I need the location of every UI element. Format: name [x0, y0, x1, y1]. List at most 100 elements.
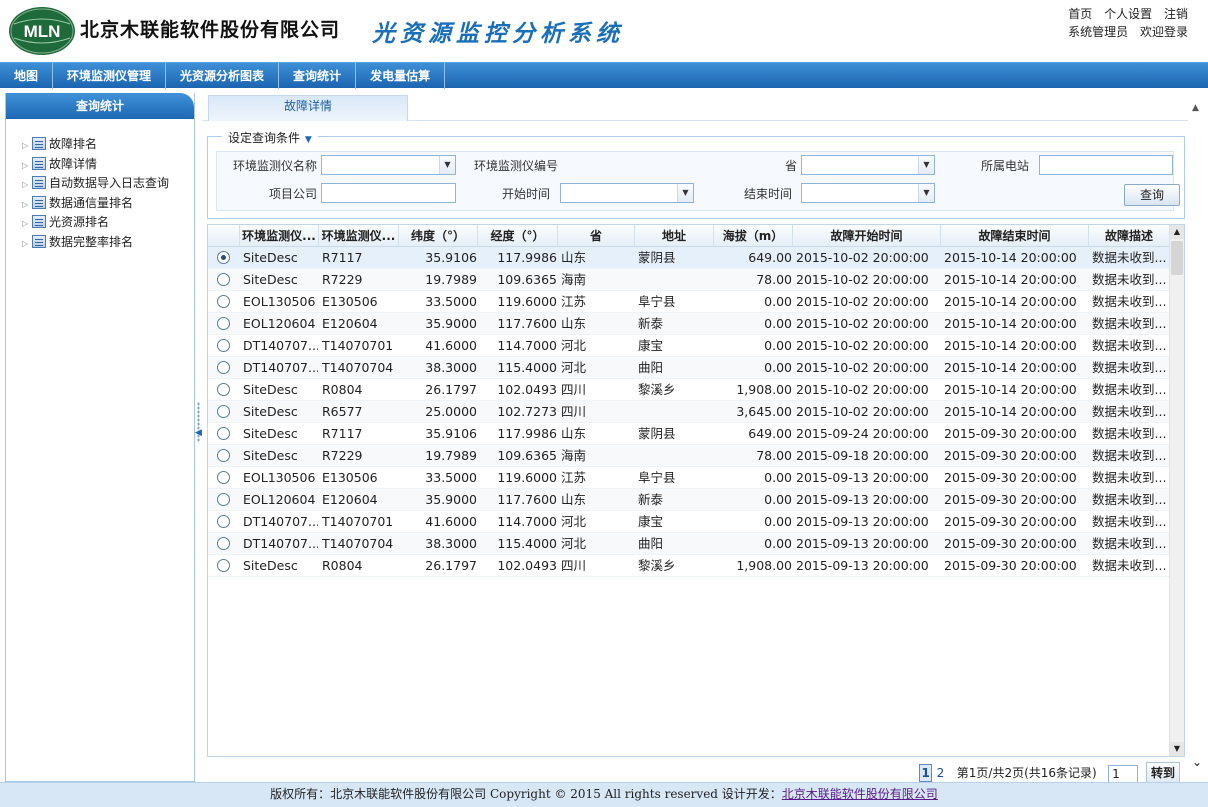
col-fault-start-header[interactable]: 故障开始时间 — [793, 225, 941, 247]
col-fault-end-header[interactable]: 故障结束时间 — [941, 225, 1089, 247]
col-longitude-header[interactable]: 经度（°） — [478, 225, 558, 247]
row-radio-button[interactable] — [217, 537, 230, 550]
col-fault-end-cell: 2015-10-14 20:00:00 — [944, 294, 1077, 309]
row-radio-button[interactable] — [217, 515, 230, 528]
province-select[interactable]: ▼ — [801, 155, 935, 175]
dropdown-arrow-icon[interactable]: ▼ — [918, 184, 934, 202]
table-row[interactable]: SiteDesc R0804 26.1797 102.0493 四川 黎溪乡 1,908.0… — [208, 555, 1170, 577]
table-row[interactable]: SiteDesc R7117 35.9106 117.9986 山东 蒙阴县 649.00 2… — [208, 247, 1170, 269]
scroll-up-icon[interactable]: ▲ — [1170, 225, 1184, 239]
end-time-picker[interactable]: ▼ — [801, 183, 935, 203]
query-button[interactable]: 查询 — [1124, 184, 1180, 206]
table-row[interactable]: DT140707... T14070704 38.3000 115.4000 河北 曲阳 0… — [208, 357, 1170, 379]
col-altitude-header[interactable]: 海拔（m） — [714, 225, 793, 247]
row-radio-button[interactable] — [217, 317, 230, 330]
nav-power-estimate[interactable]: 发电量估算 — [356, 63, 446, 89]
scroll-thumb[interactable] — [1171, 241, 1183, 275]
row-radio-button[interactable] — [217, 251, 230, 264]
expand-arrow-icon[interactable]: ▷ — [22, 234, 32, 254]
table-row[interactable]: SiteDesc R7229 19.7989 109.6365 海南 78.00 2015-… — [208, 445, 1170, 467]
developer-link[interactable]: 北京木联能软件股份有限公司 — [782, 787, 938, 801]
row-radio-button[interactable] — [217, 339, 230, 352]
scroll-down-icon[interactable]: ⌄ — [1192, 755, 1202, 769]
scroll-up-icon[interactable]: ▲ — [1192, 103, 1199, 113]
sidebar-item-fault-details[interactable]: ▷ 故障详情 — [22, 155, 194, 175]
col-latitude-cell: 38.3000 — [425, 360, 477, 375]
nav-query-statistics[interactable]: 查询统计 — [279, 63, 357, 89]
footer: 版权所有：北京木联能软件股份有限公司 Copyright © 2015 All … — [0, 782, 1208, 807]
col-fault-desc-cell: 数据未收到... — [1092, 316, 1167, 331]
table-row[interactable]: EOL120604 E120604 35.9000 117.7600 山东 新泰 0.00 2… — [208, 489, 1170, 511]
tab-fault-details[interactable]: 故障详情 — [208, 95, 408, 121]
sidebar-item-solar-ranking[interactable]: ▷ 光资源排名 — [22, 213, 194, 233]
col-fault-desc-cell: 数据未收到... — [1092, 558, 1167, 573]
sidebar-item-completeness-ranking[interactable]: ▷ 数据完整率排名 — [22, 233, 194, 253]
page-2-link[interactable]: 2 — [936, 763, 946, 783]
sidebar-item-import-log[interactable]: ▷ 自动数据导入日志查询 — [22, 174, 194, 194]
dropdown-arrow-icon[interactable]: ▼ — [918, 156, 934, 174]
col-province-cell: 四川 — [561, 382, 587, 397]
goto-button[interactable]: 转到 — [1146, 762, 1180, 784]
row-radio-button[interactable] — [217, 493, 230, 506]
expand-arrow-icon[interactable]: ▷ — [22, 175, 32, 195]
nav-map[interactable]: 地图 — [0, 63, 54, 89]
col-device-code-cell: R6577 — [322, 404, 363, 419]
nav-device-management[interactable]: 环境监测仪管理 — [53, 63, 167, 89]
dropdown-arrow-icon[interactable]: ▼ — [677, 184, 693, 202]
col-province-header[interactable]: 省 — [558, 225, 635, 247]
col-province-cell: 山东 — [561, 426, 587, 441]
table-row[interactable]: DT140707... T14070704 38.3000 115.4000 河北 曲阳 0… — [208, 533, 1170, 555]
col-address-header[interactable]: 地址 — [635, 225, 714, 247]
page-scrollbar[interactable]: ▲ ⌄ — [1188, 93, 1208, 769]
col-fault-desc-cell: 数据未收到... — [1092, 514, 1167, 529]
row-radio-button[interactable] — [217, 361, 230, 374]
scroll-down-icon[interactable]: ▼ — [1170, 742, 1184, 756]
row-radio-button[interactable] — [217, 383, 230, 396]
sidebar-item-fault-ranking[interactable]: ▷ 故障排名 — [22, 135, 194, 155]
expand-arrow-icon[interactable]: ▷ — [22, 195, 32, 215]
col-device-code-cell: R0804 — [322, 382, 363, 397]
dropdown-arrow-icon[interactable]: ▼ — [439, 156, 455, 174]
settings-link[interactable]: 个人设置 — [1104, 7, 1152, 21]
col-device-code-cell: T14070701 — [322, 338, 394, 353]
row-radio-button[interactable] — [217, 471, 230, 484]
collapse-left-icon[interactable]: ◀ — [195, 428, 202, 438]
device-name-select[interactable]: ▼ — [321, 155, 456, 175]
start-time-picker[interactable]: ▼ — [560, 183, 694, 203]
table-row[interactable]: DT140707... T14070701 41.6000 114.7000 河北 康宝 0… — [208, 511, 1170, 533]
row-radio-button[interactable] — [217, 405, 230, 418]
col-latitude-header[interactable]: 纬度（°） — [399, 225, 478, 247]
col-fault-desc-header[interactable]: 故障描述 — [1089, 225, 1170, 247]
table-row[interactable]: SiteDesc R6577 25.0000 102.7273 四川 3,645.00 20… — [208, 401, 1170, 423]
expand-arrow-icon[interactable]: ▷ — [22, 156, 32, 176]
row-radio-button[interactable] — [217, 449, 230, 462]
table-row[interactable]: EOL130506 E130506 33.5000 119.6000 江苏 阜宁县 0.00… — [208, 291, 1170, 313]
table-row[interactable]: EOL130506 E130506 33.5000 119.6000 江苏 阜宁县 0.00… — [208, 467, 1170, 489]
col-fault-desc-cell: 数据未收到... — [1092, 294, 1167, 309]
col-fault-start-cell: 2015-10-02 20:00:00 — [796, 360, 929, 375]
row-radio-button[interactable] — [217, 295, 230, 308]
col-device-code-header[interactable]: 环境监测仪... — [319, 225, 399, 247]
table-scrollbar[interactable]: ▲ ▼ — [1169, 225, 1184, 756]
expand-arrow-icon[interactable]: ▷ — [22, 136, 32, 156]
table-row[interactable]: SiteDesc R7229 19.7989 109.6365 海南 78.00 2015-… — [208, 269, 1170, 291]
row-radio-button[interactable] — [217, 559, 230, 572]
row-radio-button[interactable] — [217, 427, 230, 440]
logout-link[interactable]: 注销 — [1164, 7, 1188, 21]
query-legend-toggle[interactable]: 设定查询条件 ▼ — [222, 129, 318, 146]
sidebar-item-traffic-ranking[interactable]: ▷ 数据通信量排名 — [22, 194, 194, 214]
station-input[interactable] — [1039, 155, 1173, 175]
company-input[interactable] — [321, 183, 456, 203]
table-row[interactable]: SiteDesc R7117 35.9106 117.9986 山东 蒙阴县 649.00 2… — [208, 423, 1170, 445]
page-1-link[interactable]: 1 — [919, 764, 932, 782]
table-row[interactable]: SiteDesc R0804 26.1797 102.0493 四川 黎溪乡 1,908.0… — [208, 379, 1170, 401]
col-device-name-header[interactable]: 环境监测仪... — [240, 225, 319, 247]
expand-arrow-icon[interactable]: ▷ — [22, 214, 32, 234]
table-row[interactable]: DT140707... T14070701 41.6000 114.7000 河北 康宝 0… — [208, 335, 1170, 357]
goto-page-input[interactable]: 1 — [1108, 764, 1139, 783]
home-link[interactable]: 首页 — [1068, 7, 1092, 21]
row-radio-button[interactable] — [217, 273, 230, 286]
table-row[interactable]: EOL120604 E120604 35.9000 117.7600 山东 新泰 0.00 2… — [208, 313, 1170, 335]
col-address-cell: 康宝 — [638, 514, 664, 529]
nav-solar-charts[interactable]: 光资源分析图表 — [166, 63, 280, 89]
